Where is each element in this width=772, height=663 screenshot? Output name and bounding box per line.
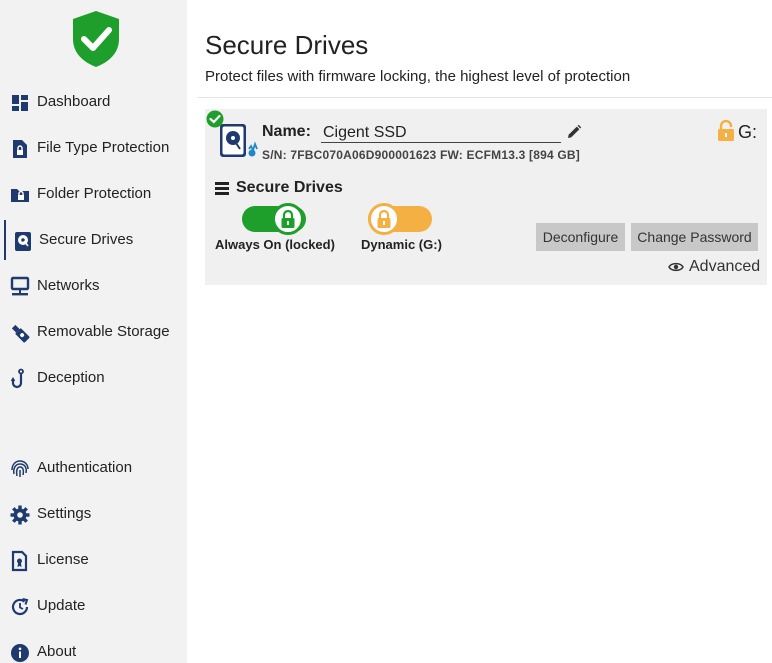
dynamic-toggle-knob[interactable] (368, 203, 400, 235)
sidebar-item-label: Update (37, 597, 86, 614)
dashboard-icon (12, 95, 28, 111)
advanced-link[interactable]: Advanced (668, 258, 760, 276)
sidebar-item-license[interactable]: License (0, 540, 187, 580)
update-icon (11, 598, 29, 616)
usb-icon (11, 324, 30, 343)
secure-drive-icon (15, 232, 31, 251)
sidebar-item-secure-drives[interactable]: Secure Drives (0, 220, 187, 260)
sidebar-item-label: License (37, 551, 89, 568)
sidebar-item-label: Authentication (37, 459, 133, 476)
lock-open-icon (377, 210, 391, 228)
shield-check-icon (73, 11, 119, 67)
sidebar-item-label: Settings (37, 505, 92, 522)
license-icon (11, 550, 28, 572)
deconfigure-button[interactable]: Deconfigure (536, 223, 625, 251)
drive-name-field[interactable] (321, 123, 561, 143)
sidebar-item-networks[interactable]: Networks (0, 266, 187, 306)
file-lock-icon (13, 140, 27, 158)
sidebar-item-label: Removable Storage (37, 323, 170, 340)
sidebar-item-label: Networks (37, 277, 100, 294)
info-icon (11, 644, 29, 662)
drive-letter: G: (738, 122, 758, 142)
sidebar-item-about[interactable]: About (0, 632, 187, 663)
list-icon (215, 182, 229, 195)
pencil-icon[interactable] (566, 124, 582, 140)
change-password-button[interactable]: Change Password (631, 223, 758, 251)
sidebar-item-dashboard[interactable]: Dashboard (0, 82, 187, 122)
gear-icon (10, 505, 30, 525)
section-title: Secure Drives (236, 179, 343, 196)
lock-closed-icon (281, 210, 295, 228)
page-title: Secure Drives (205, 30, 369, 60)
sidebar-item-label: Folder Protection (37, 185, 152, 202)
sidebar-item-label: Secure Drives (39, 231, 134, 248)
sidebar-item-removable-storage[interactable]: Removable Storage (0, 312, 187, 352)
advanced-label: Advanced (689, 258, 761, 275)
sidebar-item-label: Dashboard (37, 93, 111, 110)
fingerprint-icon (11, 460, 29, 477)
always-on-toggle-knob[interactable] (272, 203, 304, 235)
hook-icon (10, 368, 24, 389)
folder-lock-icon (11, 189, 29, 202)
sidebar-item-folder-protection[interactable]: Folder Protection (0, 174, 187, 214)
sidebar-item-authentication[interactable]: Authentication (0, 448, 187, 488)
dynamic-label: Dynamic (G:) (361, 237, 442, 252)
sidebar-item-label: Deception (37, 369, 105, 386)
sidebar: Dashboard File Type Protection Folder Pr… (0, 0, 187, 663)
divider (197, 97, 772, 98)
lock-open-icon (718, 120, 734, 141)
sidebar-item-label: About (37, 643, 77, 660)
page-subtitle: Protect files with firmware locking, the… (205, 68, 631, 85)
network-icon (10, 276, 30, 296)
sidebar-item-update[interactable]: Update (0, 586, 187, 626)
sidebar-item-deception[interactable]: Deception (0, 358, 187, 398)
sidebar-item-file-type-protection[interactable]: File Type Protection (0, 128, 187, 168)
sidebar-item-label: File Type Protection (37, 139, 170, 156)
hard-drive-icon (220, 124, 258, 157)
drive-name-label: Name: (262, 123, 311, 140)
always-on-label: Always On (locked) (215, 237, 335, 252)
eye-icon (668, 262, 684, 272)
sidebar-item-settings[interactable]: Settings (0, 494, 187, 534)
drive-serial-firmware: S/N: 7FBC070A06D900001623 FW: ECFM13.3 [… (262, 148, 580, 162)
